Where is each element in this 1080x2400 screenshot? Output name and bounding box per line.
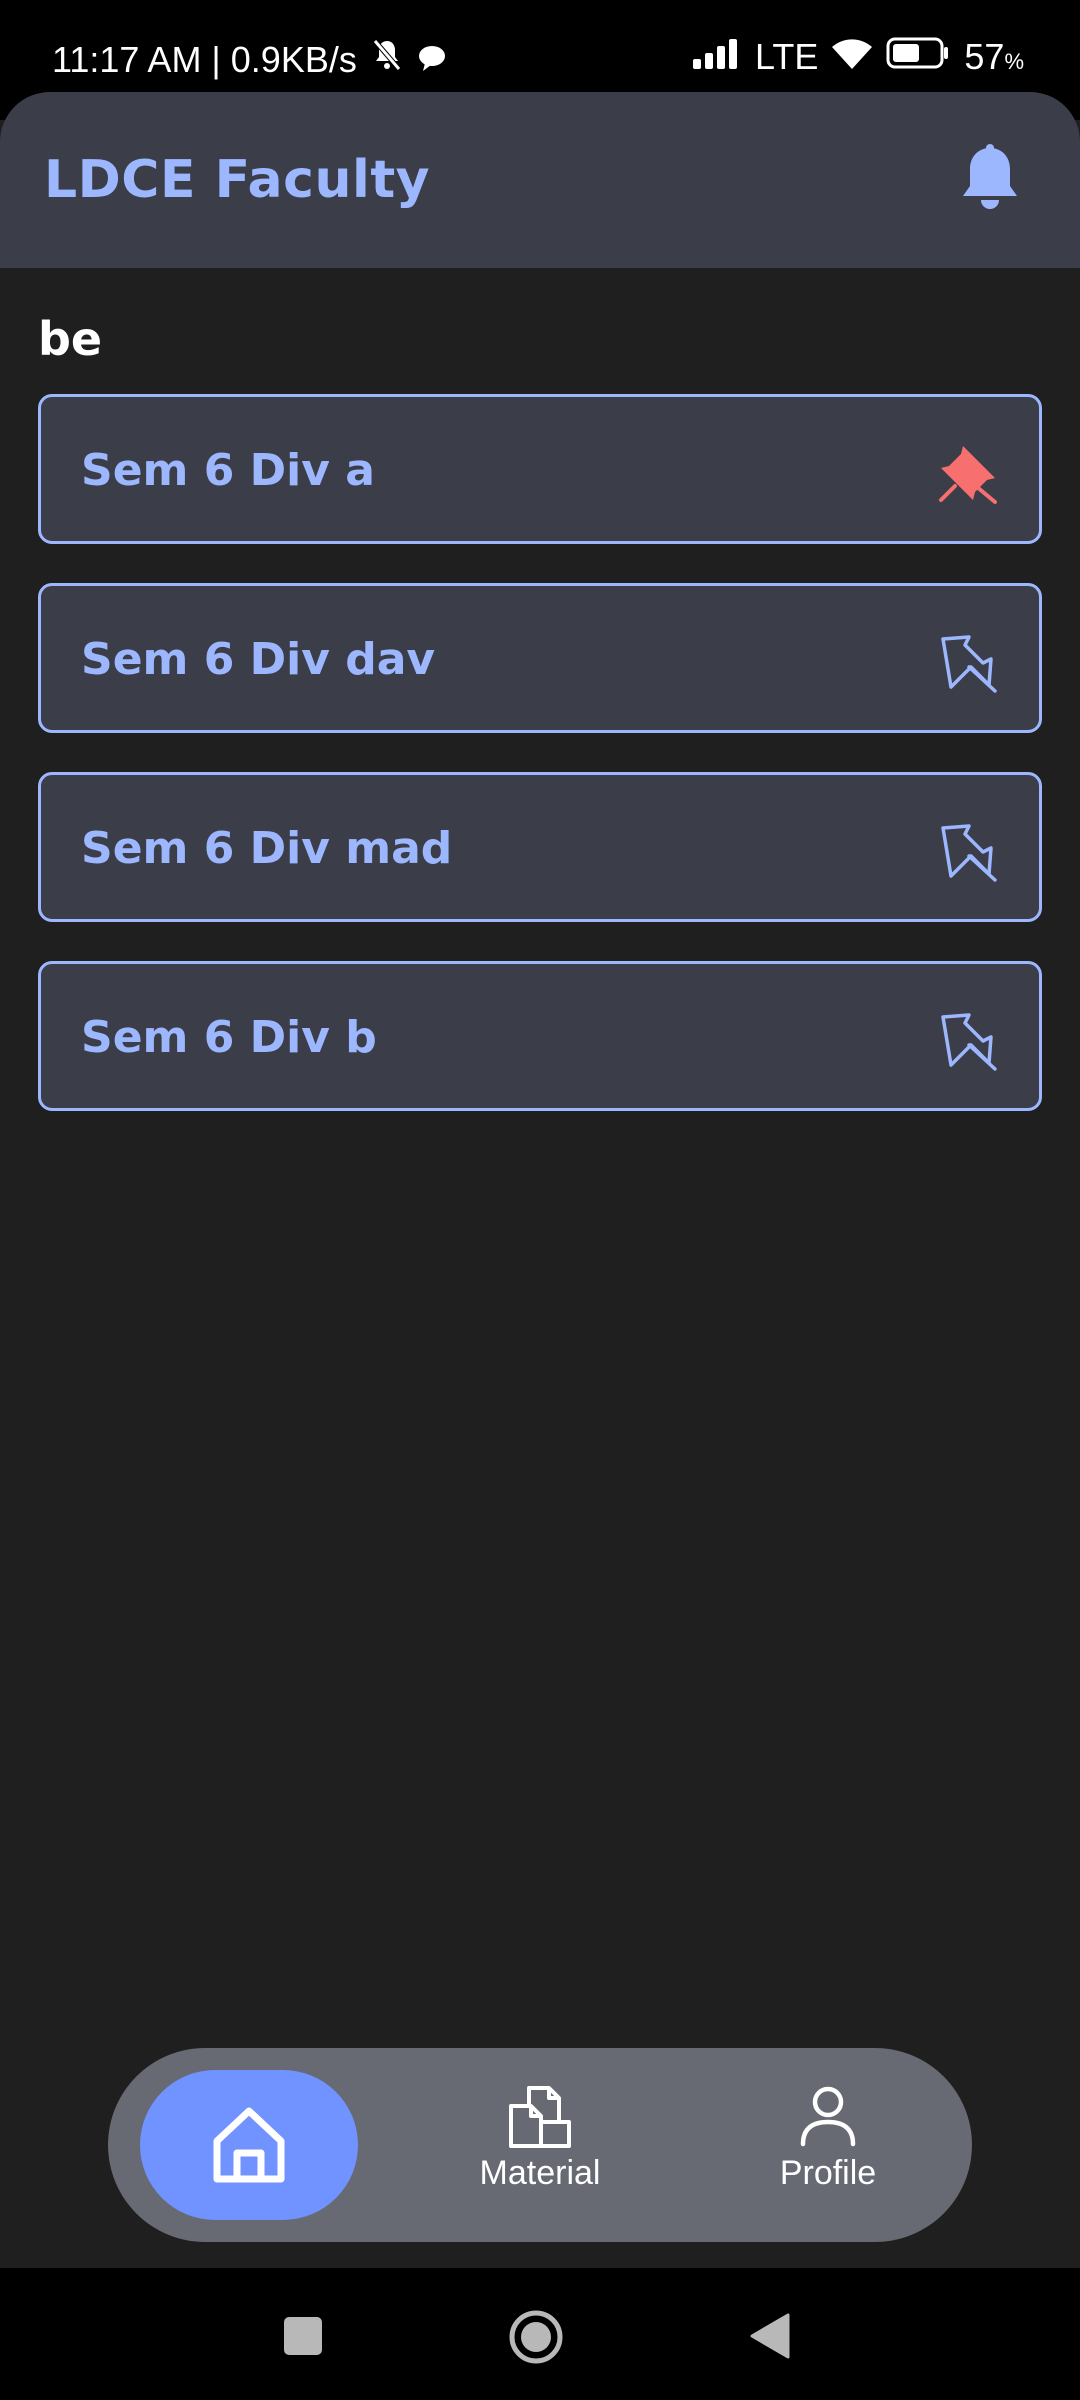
signal-icon (693, 36, 741, 78)
network-type: LTE (755, 36, 819, 77)
division-card-0[interactable]: Sem 6 Div a (38, 394, 1042, 544)
battery-unit: % (1004, 49, 1024, 74)
muted-bell-icon (371, 38, 403, 81)
chat-bubble-icon (417, 39, 447, 81)
nav-home-button[interactable] (140, 2070, 358, 2220)
division-label: Sem 6 Div a (81, 445, 375, 496)
pin-filled-icon[interactable] (937, 442, 999, 504)
home-icon (213, 2107, 285, 2183)
status-right: LTE 57% (693, 36, 1024, 78)
division-label: Sem 6 Div b (81, 1012, 377, 1063)
division-card-2[interactable]: Sem 6 Div mad (38, 772, 1042, 922)
nav-material-button[interactable]: Material (440, 2084, 640, 2214)
documents-icon (509, 2086, 571, 2148)
division-label: Sem 6 Div mad (81, 823, 453, 874)
person-icon (800, 2086, 856, 2147)
recents-square-icon[interactable] (284, 2317, 322, 2355)
home-circle-icon[interactable] (508, 2309, 564, 2369)
pin-outline-icon[interactable] (937, 1009, 999, 1071)
section-title: be (38, 312, 103, 366)
status-time-speed: 11:17 AM | 0.9KB/s (52, 38, 357, 80)
pin-outline-icon[interactable] (937, 820, 999, 882)
app-bar: LDCE Faculty (0, 92, 1080, 268)
division-list: Sem 6 Div a Sem 6 Div dav Sem 6 Div mad (38, 394, 1042, 1150)
status-left: 11:17 AM | 0.9KB/s (52, 38, 447, 81)
battery-icon (886, 36, 950, 78)
battery-level: 57% (964, 36, 1024, 77)
nav-profile-button[interactable]: Profile (728, 2084, 928, 2214)
nav-profile-label: Profile (779, 2154, 877, 2192)
division-card-3[interactable]: Sem 6 Div b (38, 961, 1042, 1111)
pin-outline-icon[interactable] (937, 631, 999, 693)
bottom-navigation: Material Profile (108, 2048, 972, 2242)
nav-material-label: Material (479, 2154, 601, 2192)
division-label: Sem 6 Div dav (81, 634, 436, 685)
system-navigation-bar (0, 2268, 1080, 2400)
notification-bell-icon[interactable] (958, 144, 1022, 212)
wifi-icon (832, 36, 873, 78)
division-card-1[interactable]: Sem 6 Div dav (38, 583, 1042, 733)
app-title: LDCE Faculty (44, 150, 431, 210)
back-triangle-icon[interactable] (748, 2313, 790, 2363)
